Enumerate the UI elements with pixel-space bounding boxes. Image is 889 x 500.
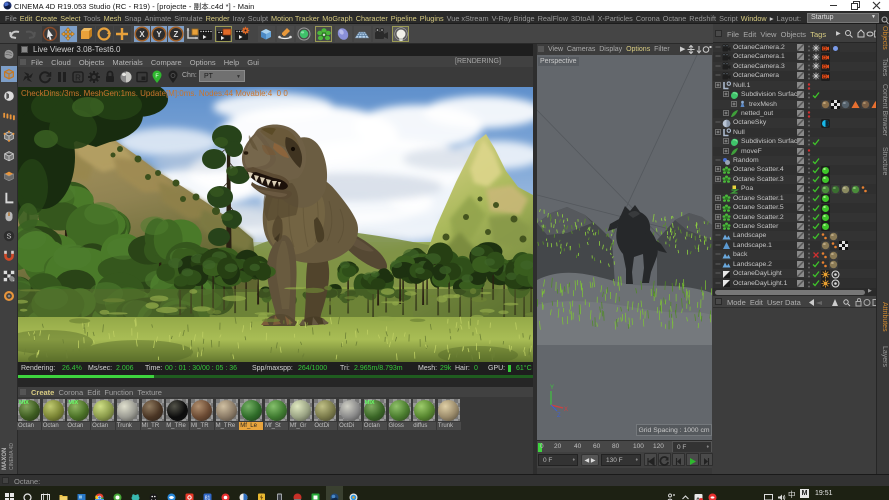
svg-text:Y: Y (550, 385, 554, 391)
svg-text:Y: Y (156, 30, 162, 39)
svg-text:R: R (75, 74, 81, 83)
svg-text:X: X (139, 30, 145, 39)
svg-text:S: S (7, 232, 12, 241)
svg-text:X: X (564, 407, 568, 413)
svg-text:Z: Z (174, 30, 179, 39)
svg-text:81: 81 (205, 495, 211, 500)
svg-text:CheckDins:/3ms. MeshGen:1ms. U: CheckDins:/3ms. MeshGen:1ms. Update[M]:0… (21, 89, 288, 98)
svg-text:Z: Z (557, 413, 561, 419)
